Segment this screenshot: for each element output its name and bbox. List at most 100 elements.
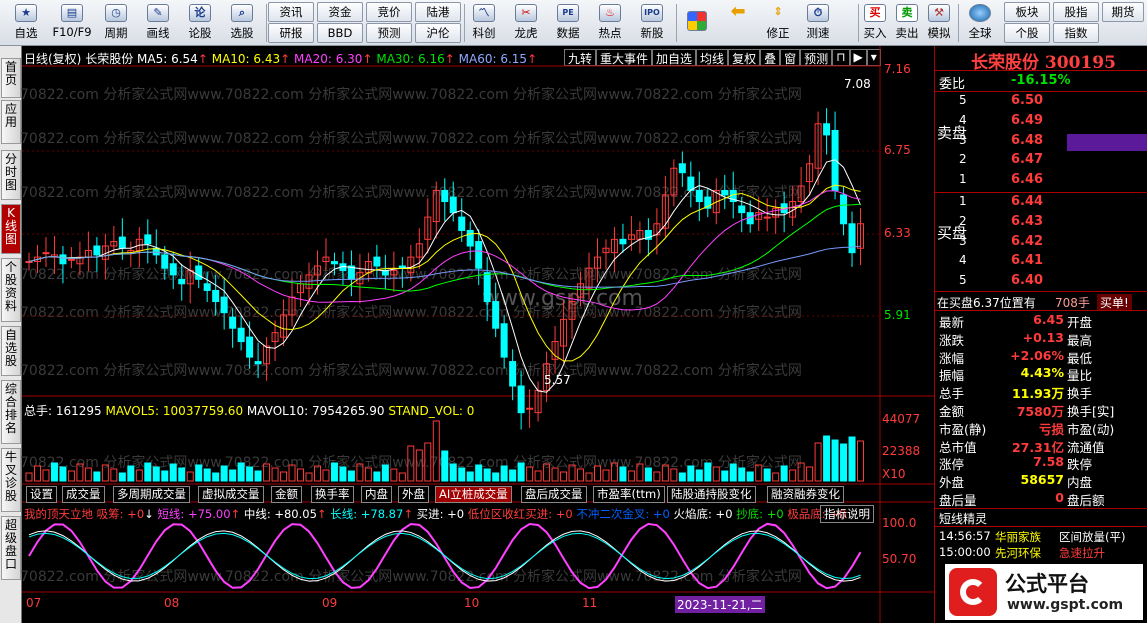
volume-bar (695, 469, 703, 482)
volume-bar (364, 467, 372, 482)
tab-inner[interactable]: 内盘 (361, 486, 392, 503)
forecast-button[interactable]: 预测 (366, 23, 412, 43)
ipo-button[interactable]: IPO 新股 (632, 1, 672, 45)
tab-pe-ttm[interactable]: 市盈率(ttm) (593, 486, 665, 503)
sell-price-1[interactable]: 6.46 (1011, 172, 1043, 187)
pen-icon: ✎ (147, 4, 169, 22)
date-tick: 10 (464, 596, 480, 610)
nav-ranking[interactable]: 综合排名 (1, 380, 21, 444)
candle-body (526, 407, 534, 410)
buy-price-2[interactable]: 6.43 (1011, 214, 1043, 229)
single-stock-button[interactable]: 个股 (1004, 23, 1050, 43)
hk-connect-button[interactable]: 陆港 (415, 2, 461, 22)
volume-bar (390, 468, 398, 482)
quote-label-right: 市盈(动) (1067, 421, 1115, 437)
weibi-value: -16.15% (1011, 73, 1071, 88)
tab-northbound[interactable]: 陆股通持股变化 (667, 486, 756, 503)
sell-button[interactable]: 卖卖出 (892, 1, 922, 45)
elf-stock[interactable]: 华丽家族 (995, 529, 1041, 545)
dragon-tiger-button[interactable]: ✂ 龙虎 (506, 1, 546, 45)
volume-bar (322, 469, 330, 482)
tab-multi-period-volume[interactable]: 多周期成交量 (113, 486, 190, 503)
candle-body (237, 327, 245, 343)
nav-timeshare[interactable]: 分时图 (1, 150, 21, 200)
nav-watchlist[interactable]: 自选股 (1, 326, 21, 376)
buy-price-4[interactable]: 6.41 (1011, 253, 1043, 268)
chart-area[interactable]: 70822.com 分析家公式网www.70822.com 分析家公式网www.… (20, 46, 934, 623)
buy-button[interactable]: 买买入 (860, 1, 890, 45)
tab-virtual-volume[interactable]: 虚拟成交量 (198, 486, 264, 503)
auction-button[interactable]: 竞价 (366, 2, 412, 22)
tab-outer[interactable]: 外盘 (398, 486, 429, 503)
bbd-button[interactable]: BBD (317, 23, 363, 43)
star-market-button[interactable]: 〽科创 (466, 1, 502, 45)
volume-bar (280, 471, 288, 482)
separator (464, 4, 465, 42)
tab-ai-volume[interactable]: AI立桩成交量 (435, 486, 512, 503)
discuss-button[interactable]: 论论股 (180, 1, 220, 45)
quote-value: +2.06% (1010, 347, 1064, 363)
global-button[interactable]: 全球 (960, 1, 1000, 45)
fund-button[interactable]: 资金 (317, 2, 363, 22)
news-button[interactable]: 资讯 (268, 2, 314, 22)
data-button[interactable]: PE 数据 (548, 1, 588, 45)
tab-turnover[interactable]: 换手率 (311, 486, 354, 503)
candle-body (483, 272, 491, 303)
tab-settings[interactable]: 设置 (26, 486, 57, 503)
back-button[interactable]: ⬅ (720, 1, 756, 45)
nav-kline[interactable]: K线图 (1, 204, 21, 254)
index-button[interactable]: 指数 (1053, 23, 1099, 43)
futures-button[interactable]: 期货 (1102, 2, 1144, 22)
volume-bar (840, 443, 848, 482)
order-tip-volume: 708手 (1055, 296, 1090, 310)
buy-price-5[interactable]: 6.40 (1011, 273, 1043, 288)
hot-button[interactable]: ♨ 热点 (590, 1, 630, 45)
elf-stock[interactable]: 先河环保 (995, 545, 1041, 561)
volume-bar (517, 462, 525, 482)
volume-bar (526, 466, 534, 482)
kline-chart[interactable] (22, 46, 934, 623)
nav-home[interactable]: 首页 (1, 58, 21, 98)
speed-test-button[interactable]: ⏱ 测速 (798, 1, 838, 45)
volume-bar (772, 472, 780, 482)
volume-bar (93, 471, 101, 482)
volume-bar (110, 468, 118, 482)
tab-volume[interactable]: 成交量 (62, 486, 105, 503)
f10-button[interactable]: ▤ F10/F9 (48, 1, 96, 45)
revise-button[interactable]: ⇕ 修正 (760, 1, 796, 45)
sector-button[interactable]: 板块 (1004, 2, 1050, 22)
tab-after-hours-volume[interactable]: 盘后成交量 (521, 486, 587, 503)
nav-diagnose[interactable]: 牛叉诊股 (1, 448, 21, 512)
volume-bar (415, 449, 423, 482)
nav-level2[interactable]: 超级盘口 (1, 516, 21, 580)
stock-picker-button[interactable]: ⌕ 选股 (222, 1, 262, 45)
sell-price-3[interactable]: 6.48 (1011, 133, 1043, 148)
price-tick: 7.16 (884, 62, 911, 76)
research-button[interactable]: 研报 (268, 23, 314, 43)
layout-button[interactable] (680, 1, 714, 45)
sell-level-2: 2 (959, 152, 967, 167)
sell-price-4[interactable]: 6.49 (1011, 113, 1043, 128)
nav-apps[interactable]: 应用 (1, 100, 21, 144)
sell-level-1: 1 (959, 172, 967, 187)
sell-level-4: 4 (959, 112, 967, 127)
period-button[interactable]: ◷ 周期 (96, 1, 136, 45)
sell-price-2[interactable]: 6.47 (1011, 152, 1043, 167)
candle-body (619, 238, 627, 245)
shanghai-london-button[interactable]: 沪伦 (415, 23, 461, 43)
buy-side-label: 买盘 (937, 224, 968, 242)
stock-index-button[interactable]: 股指 (1053, 2, 1099, 22)
candle-body (161, 254, 169, 269)
tab-amount[interactable]: 金额 (271, 486, 302, 503)
volume-bar (50, 462, 58, 482)
price-tick: 6.75 (884, 143, 911, 157)
simulate-button[interactable]: ⚒ 模拟 (924, 1, 954, 45)
watchlist-button[interactable]: ★ 自选 (4, 1, 48, 45)
nav-profile[interactable]: 个股资料 (1, 258, 21, 322)
buy-price-3[interactable]: 6.42 (1011, 234, 1043, 249)
sell-price-5[interactable]: 6.50 (1011, 93, 1043, 108)
draw-line-button[interactable]: ✎ 画线 (138, 1, 178, 45)
tab-margin[interactable]: 融资融券变化 (767, 486, 844, 503)
buy-price-1[interactable]: 6.44 (1011, 194, 1043, 209)
indicator-help-button[interactable]: 指标说明 (820, 505, 874, 523)
